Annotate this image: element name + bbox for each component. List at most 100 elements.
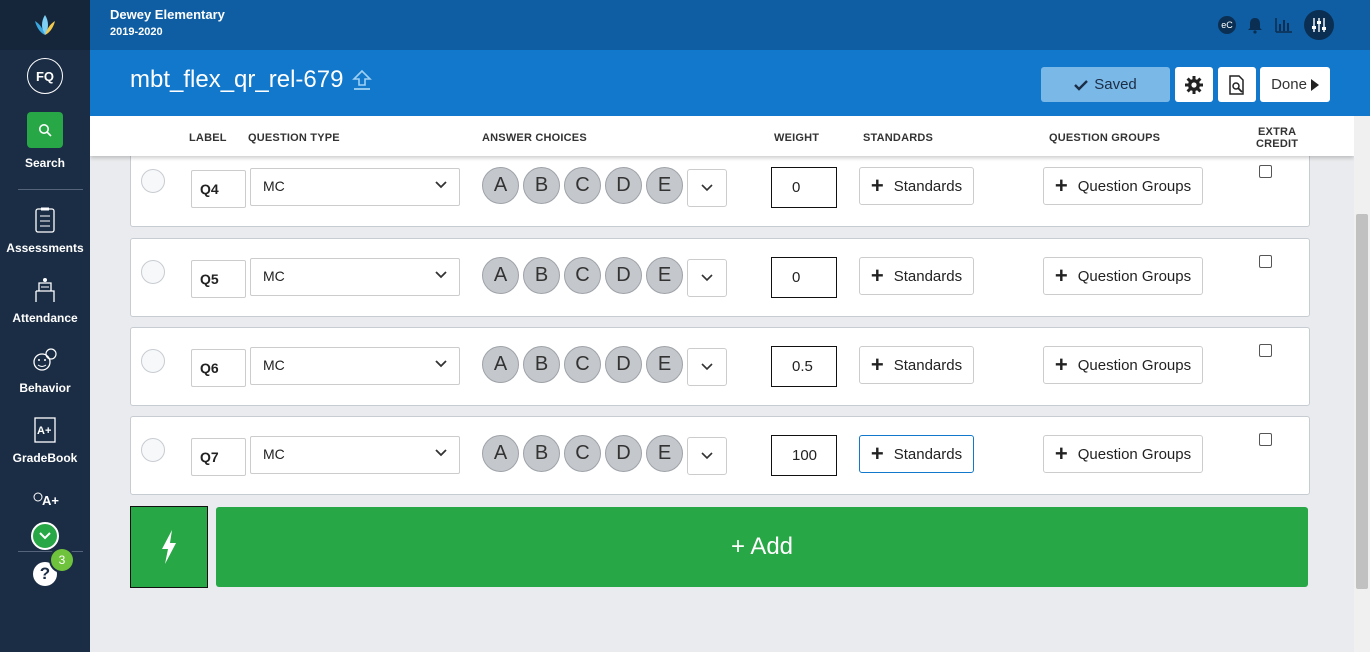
settings-button[interactable]	[1175, 67, 1213, 102]
quick-add-button[interactable]	[130, 506, 208, 588]
question-groups-button[interactable]: + Question Groups	[1043, 167, 1203, 205]
choice-a[interactable]: A	[482, 346, 519, 383]
grades-icon: A+	[33, 492, 59, 508]
extra-credit-checkbox[interactable]	[1259, 344, 1272, 357]
choice-b[interactable]: B	[523, 167, 560, 204]
choice-c[interactable]: C	[564, 346, 601, 383]
choice-a[interactable]: A	[482, 257, 519, 294]
chart-icon[interactable]	[1274, 16, 1294, 34]
label-input[interactable]: Q5	[191, 260, 246, 298]
avatar[interactable]: FQ	[27, 58, 63, 94]
choice-d[interactable]: D	[605, 167, 642, 204]
question-type-select[interactable]: MC	[250, 258, 460, 296]
choice-c[interactable]: C	[564, 435, 601, 472]
select-radio[interactable]	[141, 349, 165, 373]
more-choices-button[interactable]	[687, 169, 727, 207]
weight-input[interactable]: 0	[771, 257, 837, 298]
upload-icon[interactable]	[351, 68, 373, 92]
standards-label: Standards	[893, 177, 963, 195]
bell-icon[interactable]	[1246, 16, 1264, 34]
play-icon	[1310, 78, 1319, 91]
sidebar-item-label: GradeBook	[12, 451, 78, 465]
question-type-value: MC	[263, 268, 285, 284]
question-row: Q4 MC A B C D E 0 + Standards + Question…	[130, 148, 1310, 227]
choice-b[interactable]: B	[523, 257, 560, 294]
select-radio[interactable]	[141, 438, 165, 462]
ec-icon[interactable]: eC	[1218, 16, 1236, 34]
plus-icon: +	[1054, 173, 1068, 198]
weight-input[interactable]: 0.5	[771, 346, 837, 387]
question-type-select[interactable]: MC	[250, 168, 460, 206]
behavior-icon	[33, 348, 57, 371]
choice-b[interactable]: B	[523, 435, 560, 472]
more-choices-button[interactable]	[687, 348, 727, 386]
select-radio[interactable]	[141, 260, 165, 284]
more-choices-button[interactable]	[687, 437, 727, 475]
scrollbar-thumb[interactable]	[1356, 214, 1368, 589]
done-label: Done	[1271, 76, 1307, 93]
extra-credit-checkbox[interactable]	[1259, 165, 1272, 178]
choice-d[interactable]: D	[605, 346, 642, 383]
page-title[interactable]: mbt_flex_qr_rel-679	[130, 66, 343, 94]
search-button[interactable]	[27, 112, 63, 148]
answer-choices: A B C D E	[482, 346, 683, 383]
question-groups-label: Question Groups	[1077, 177, 1192, 195]
question-type-select[interactable]: MC	[250, 436, 460, 474]
more-choices-button[interactable]	[687, 259, 727, 297]
expand-menu-button[interactable]	[31, 522, 59, 550]
choice-e[interactable]: E	[646, 167, 683, 204]
chevron-down-icon	[435, 360, 447, 368]
choice-b[interactable]: B	[523, 346, 560, 383]
sidebar: FQ Search Assessments Attendance Behavio…	[0, 0, 90, 652]
preview-button[interactable]	[1218, 67, 1256, 102]
question-type-select[interactable]: MC	[250, 347, 460, 385]
label-input[interactable]: Q6	[191, 349, 246, 387]
question-type-value: MC	[263, 446, 285, 462]
choice-d[interactable]: D	[605, 257, 642, 294]
choice-c[interactable]: C	[564, 167, 601, 204]
plus-icon: +	[870, 352, 884, 377]
label-input[interactable]: Q7	[191, 438, 246, 476]
chevron-down-icon	[701, 184, 713, 192]
select-radio[interactable]	[141, 169, 165, 193]
weight-input[interactable]: 100	[771, 435, 837, 476]
sidebar-item-grades[interactable]: A+	[0, 485, 90, 521]
choice-e[interactable]: E	[646, 257, 683, 294]
choice-d[interactable]: D	[605, 435, 642, 472]
school-year[interactable]: 2019-2020	[110, 26, 163, 38]
done-button[interactable]: Done	[1260, 67, 1330, 102]
sidebar-item-label: Attendance	[12, 311, 78, 325]
school-name[interactable]: Dewey Elementary	[110, 7, 225, 22]
choice-e[interactable]: E	[646, 435, 683, 472]
sidebar-item-behavior[interactable]: Behavior	[0, 345, 90, 395]
standards-button[interactable]: + Standards	[859, 435, 974, 473]
user-menu-button[interactable]	[1304, 10, 1334, 40]
choice-e[interactable]: E	[646, 346, 683, 383]
extra-credit-checkbox[interactable]	[1259, 255, 1272, 268]
answer-choices: A B C D E	[482, 435, 683, 472]
col-extra-credit-line2: CREDIT	[1256, 138, 1299, 150]
svg-text:A+: A+	[42, 493, 59, 508]
logo-icon	[35, 15, 55, 35]
sidebar-item-gradebook[interactable]: A+ GradeBook	[0, 415, 90, 465]
weight-input[interactable]: 0	[771, 167, 837, 208]
standards-button[interactable]: + Standards	[859, 346, 974, 384]
choice-c[interactable]: C	[564, 257, 601, 294]
standards-button[interactable]: + Standards	[859, 167, 974, 205]
question-groups-button[interactable]: + Question Groups	[1043, 257, 1203, 295]
answer-choices: A B C D E	[482, 257, 683, 294]
choice-a[interactable]: A	[482, 435, 519, 472]
label-input[interactable]: Q4	[191, 170, 246, 208]
sidebar-item-attendance[interactable]: Attendance	[0, 275, 90, 325]
extra-credit-checkbox[interactable]	[1259, 433, 1272, 446]
choice-a[interactable]: A	[482, 167, 519, 204]
app-logo[interactable]	[0, 0, 90, 50]
question-groups-button[interactable]: + Question Groups	[1043, 346, 1203, 384]
question-groups-button[interactable]: + Question Groups	[1043, 435, 1203, 473]
standards-button[interactable]: + Standards	[859, 257, 974, 295]
sidebar-item-assessments[interactable]: Assessments	[0, 205, 90, 255]
standards-label: Standards	[893, 267, 963, 285]
saved-button[interactable]: Saved	[1041, 67, 1170, 102]
add-question-button[interactable]: + Add	[216, 507, 1308, 587]
col-question-groups: QUESTION GROUPS	[1049, 132, 1161, 144]
